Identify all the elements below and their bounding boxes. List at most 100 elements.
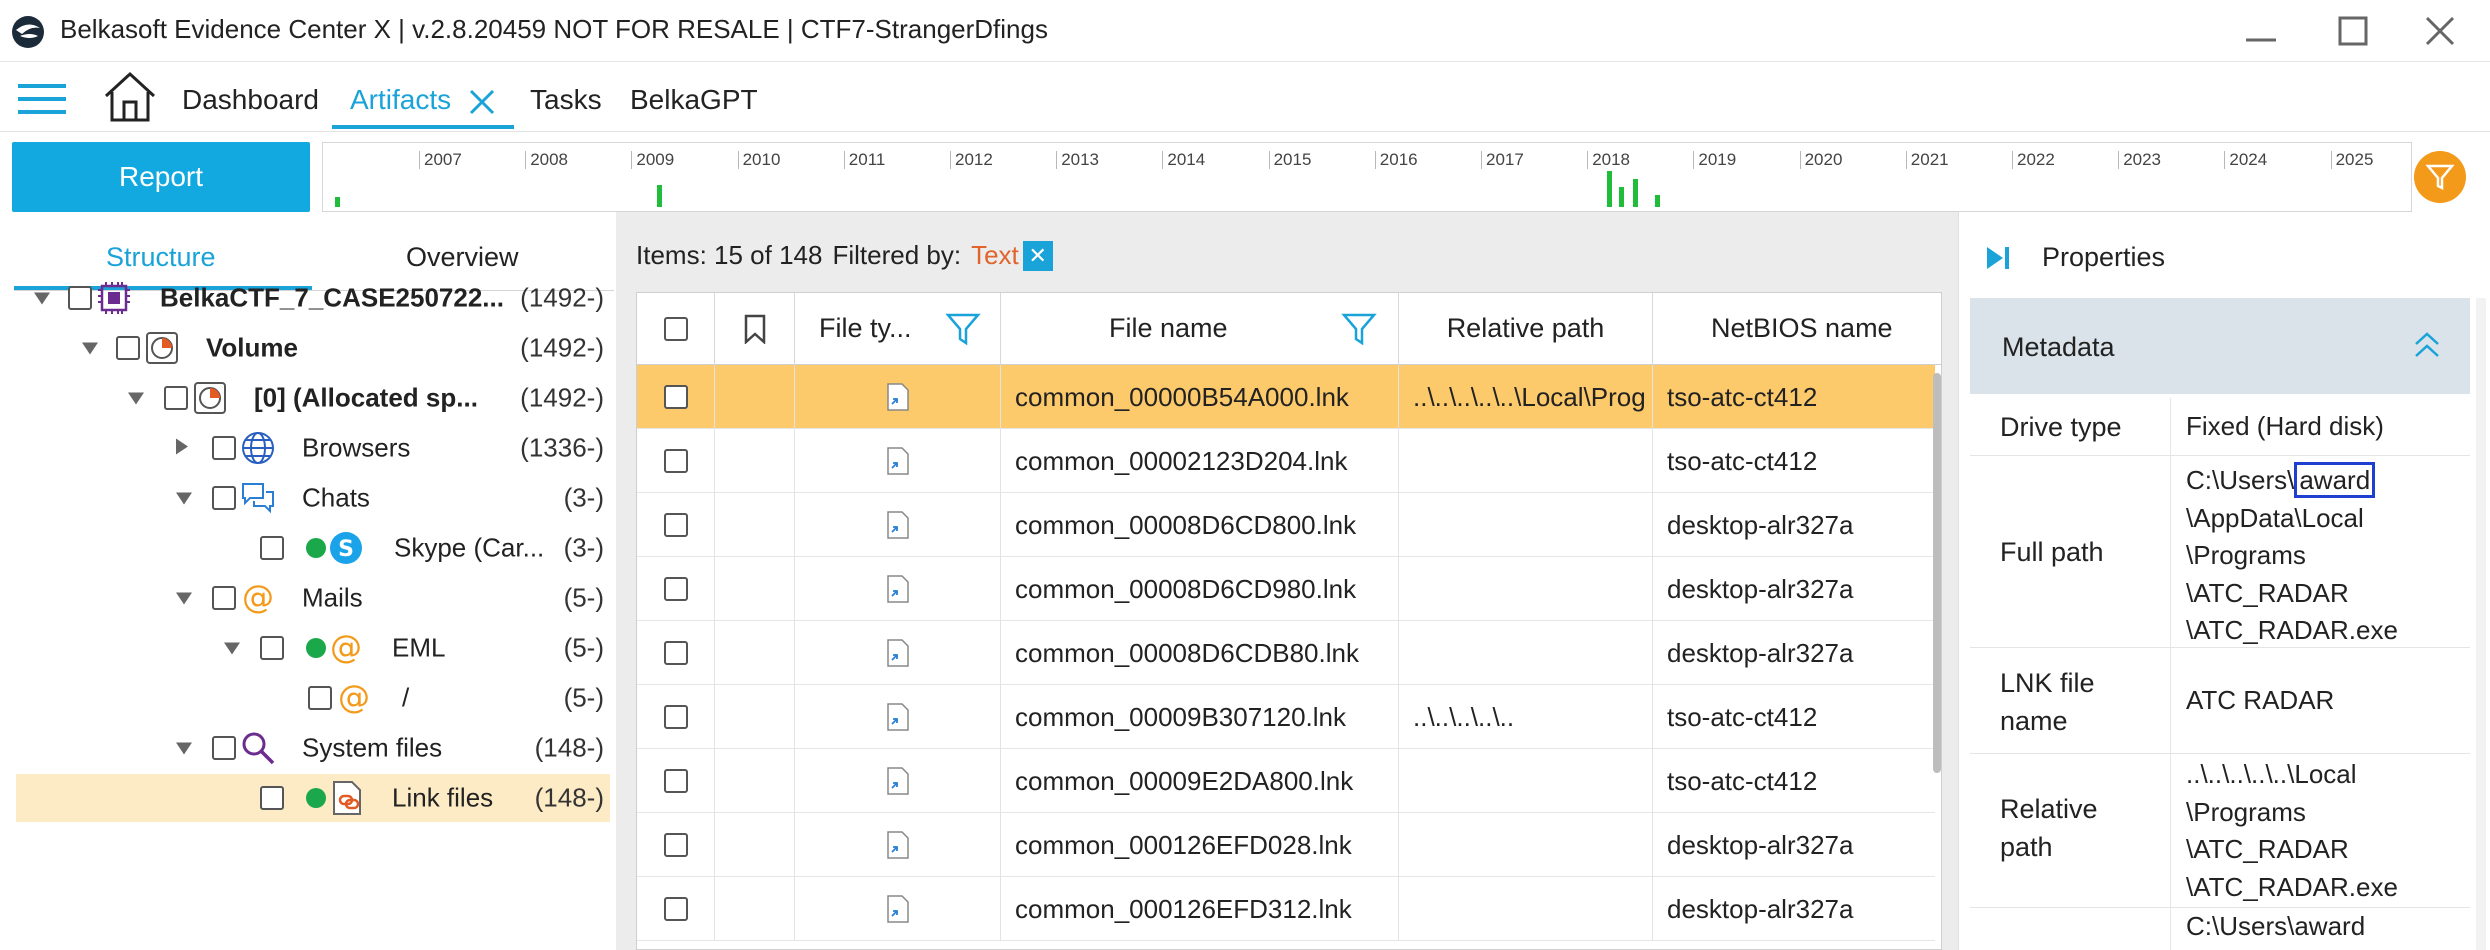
bookmark-cell[interactable] bbox=[715, 365, 795, 429]
tab-artifacts[interactable]: Artifacts bbox=[350, 84, 451, 116]
tab-overview[interactable]: Overview bbox=[406, 242, 519, 273]
timeline-activity-bar[interactable] bbox=[1633, 179, 1638, 207]
collapse-panel-icon[interactable] bbox=[1984, 244, 2012, 277]
expand-down-arrow-icon[interactable] bbox=[126, 383, 146, 414]
row-select-cell[interactable] bbox=[637, 621, 715, 685]
bookmark-cell[interactable] bbox=[715, 493, 795, 557]
bookmark-header[interactable] bbox=[715, 293, 795, 365]
column-file-type[interactable]: File ty... bbox=[795, 293, 1001, 365]
row-checkbox[interactable] bbox=[663, 833, 688, 857]
row-checkbox[interactable] bbox=[663, 897, 688, 921]
expand-down-arrow-icon[interactable] bbox=[80, 333, 100, 364]
tree-item-chats[interactable]: Chats (3-) bbox=[0, 474, 616, 522]
tree-item-link-files[interactable]: Link files (148-) bbox=[0, 774, 616, 822]
tree-item-eml[interactable]: @ EML (5-) bbox=[0, 624, 616, 672]
minimize-button[interactable] bbox=[2226, 6, 2296, 56]
tree-checkbox[interactable] bbox=[68, 286, 92, 310]
expand-down-arrow-icon[interactable] bbox=[32, 283, 52, 314]
tree-item-volume[interactable]: Volume (1492-) bbox=[0, 324, 616, 372]
table-row[interactable]: common_00009B307120.lnk ..\..\..\..\.. tso… bbox=[637, 685, 1935, 749]
tree-checkbox[interactable] bbox=[212, 436, 236, 460]
row-checkbox[interactable] bbox=[663, 769, 688, 793]
row-select-cell[interactable] bbox=[637, 813, 715, 877]
tree-checkbox[interactable] bbox=[260, 636, 284, 660]
tree-item-system-files[interactable]: System files (148-) bbox=[0, 724, 616, 772]
row-checkbox[interactable] bbox=[663, 641, 688, 665]
timeline-activity-bar[interactable] bbox=[1655, 195, 1660, 207]
timeline-activity-bar[interactable] bbox=[657, 185, 662, 207]
hamburger-menu-icon[interactable] bbox=[18, 84, 66, 121]
tree-item-eml-root[interactable]: @ / (5-) bbox=[0, 674, 616, 722]
tree-checkbox[interactable] bbox=[308, 686, 332, 710]
expand-down-arrow-icon[interactable] bbox=[222, 633, 242, 664]
table-row[interactable]: common_00008D6CD980.lnk desktop-alr327a bbox=[637, 557, 1935, 621]
bookmark-cell[interactable] bbox=[715, 813, 795, 877]
timeline-activity-bar[interactable] bbox=[335, 197, 340, 207]
table-row[interactable]: common_00008D6CDB80.lnk desktop-alr327a bbox=[637, 621, 1935, 685]
expand-right-arrow-icon[interactable] bbox=[174, 433, 190, 464]
bookmark-cell[interactable] bbox=[715, 877, 795, 941]
tab-belkagpt[interactable]: BelkaGPT bbox=[630, 84, 758, 116]
row-checkbox[interactable] bbox=[663, 385, 688, 409]
grid-scrollbar[interactable] bbox=[1933, 373, 1941, 773]
row-select-cell[interactable] bbox=[637, 685, 715, 749]
column-relative-path[interactable]: Relative path bbox=[1399, 293, 1653, 365]
table-row[interactable]: common_00002123D204.lnk tso-atc-ct412 bbox=[637, 429, 1935, 493]
column-filter-icon[interactable] bbox=[1341, 311, 1377, 347]
properties-scrollbar[interactable] bbox=[2476, 298, 2486, 950]
tree-checkbox[interactable] bbox=[260, 536, 284, 560]
timeline-activity-bar[interactable] bbox=[1619, 187, 1624, 207]
expand-down-arrow-icon[interactable] bbox=[174, 733, 194, 764]
close-button[interactable] bbox=[2405, 6, 2475, 56]
row-checkbox[interactable] bbox=[663, 449, 688, 473]
tree-checkbox[interactable] bbox=[212, 736, 236, 760]
clear-filter-icon[interactable]: ✕ bbox=[1022, 240, 1053, 271]
timeline[interactable]: 2007 2008 2009 2010 2011 2012 2013 2014 2015 2016… bbox=[322, 142, 2412, 212]
table-row[interactable]: common_00009E2DA800.lnk tso-atc-ct412 bbox=[637, 749, 1935, 813]
tree-item-browsers[interactable]: Browsers (1336-) bbox=[0, 424, 616, 472]
tree-item-skype[interactable]: S Skype (Car... (3-) bbox=[0, 524, 616, 572]
expand-down-arrow-icon[interactable] bbox=[174, 583, 194, 614]
row-checkbox[interactable] bbox=[663, 513, 688, 537]
tree-checkbox[interactable] bbox=[260, 786, 284, 810]
tree-item-partition[interactable]: [0] (Allocated sp... (1492-) bbox=[0, 374, 616, 422]
tree-item-mails[interactable]: @ Mails (5-) bbox=[0, 574, 616, 622]
row-checkbox[interactable] bbox=[663, 705, 688, 729]
report-button[interactable]: Report bbox=[12, 142, 310, 212]
row-select-cell[interactable] bbox=[637, 365, 715, 429]
maximize-button[interactable] bbox=[2318, 6, 2388, 56]
tree-item-case[interactable]: BelkaCTF_7_CASE250722... (1492-) bbox=[0, 274, 616, 322]
collapse-section-icon[interactable] bbox=[2412, 330, 2442, 365]
select-all-header[interactable] bbox=[637, 293, 715, 365]
tree-checkbox[interactable] bbox=[212, 486, 236, 510]
bookmark-cell[interactable] bbox=[715, 621, 795, 685]
bookmark-cell[interactable] bbox=[715, 557, 795, 621]
table-row[interactable]: common_00000B54A000.lnk ..\..\..\..\..\Lo… bbox=[637, 365, 1935, 429]
bookmark-cell[interactable] bbox=[715, 429, 795, 493]
tree-checkbox[interactable] bbox=[116, 336, 140, 360]
filter-button[interactable] bbox=[2414, 151, 2466, 203]
tab-tasks[interactable]: Tasks bbox=[530, 84, 602, 116]
timeline-activity-bar[interactable] bbox=[1607, 171, 1612, 207]
select-all-checkbox[interactable] bbox=[663, 316, 688, 341]
column-file-name[interactable]: File name bbox=[1001, 293, 1399, 365]
row-select-cell[interactable] bbox=[637, 557, 715, 621]
bookmark-cell[interactable] bbox=[715, 749, 795, 813]
row-select-cell[interactable] bbox=[637, 493, 715, 557]
column-netbios-name[interactable]: NetBIOS name bbox=[1653, 293, 1941, 365]
home-icon[interactable] bbox=[102, 70, 158, 129]
bookmark-cell[interactable] bbox=[715, 685, 795, 749]
row-select-cell[interactable] bbox=[637, 429, 715, 493]
table-row[interactable]: common_000126EFD312.lnk desktop-alr327a bbox=[637, 877, 1935, 941]
tree-checkbox[interactable] bbox=[164, 386, 188, 410]
column-filter-icon[interactable] bbox=[945, 311, 981, 347]
table-row[interactable]: common_00008D6CD800.lnk desktop-alr327a bbox=[637, 493, 1935, 557]
tab-dashboard[interactable]: Dashboard bbox=[182, 84, 319, 116]
table-row[interactable]: common_000126EFD028.lnk desktop-alr327a bbox=[637, 813, 1935, 877]
row-select-cell[interactable] bbox=[637, 877, 715, 941]
tab-structure[interactable]: Structure bbox=[106, 242, 216, 273]
row-checkbox[interactable] bbox=[663, 577, 688, 601]
row-select-cell[interactable] bbox=[637, 749, 715, 813]
close-tab-icon[interactable] bbox=[468, 88, 496, 121]
expand-down-arrow-icon[interactable] bbox=[174, 483, 194, 514]
